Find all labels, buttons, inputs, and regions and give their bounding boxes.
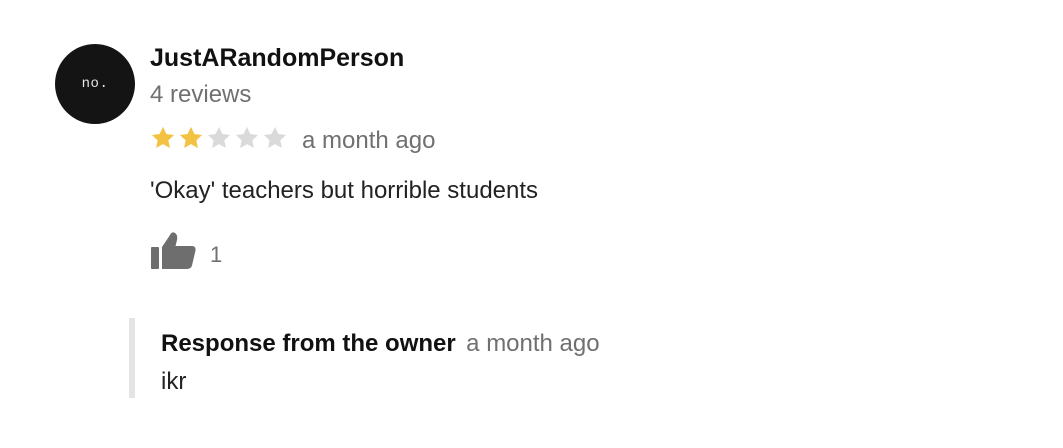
like-button[interactable] [148,229,198,273]
reviewer-name[interactable]: JustARandomPerson [150,44,404,73]
star-icon [149,124,177,152]
response-text: ikr [161,368,187,395]
star-icon [205,124,233,152]
response-date: a month ago [466,330,600,357]
thumbs-up-icon [148,229,198,273]
star-icon [177,124,205,152]
review-count: 4 reviews [150,81,252,108]
review-text: 'Okay' teachers but horrible students [150,177,539,204]
owner-response: Response from the owner a month ago ikr [129,318,735,398]
review-date: a month ago [302,127,436,154]
avatar-text: no. [81,76,109,92]
star-icon [261,124,289,152]
response-header: Response from the owner a month ago [161,330,600,358]
star-rating [149,124,289,152]
avatar[interactable]: no. [55,44,135,124]
star-icon [233,124,261,152]
like-count: 1 [210,242,223,267]
response-label: Response from the owner [161,330,456,357]
